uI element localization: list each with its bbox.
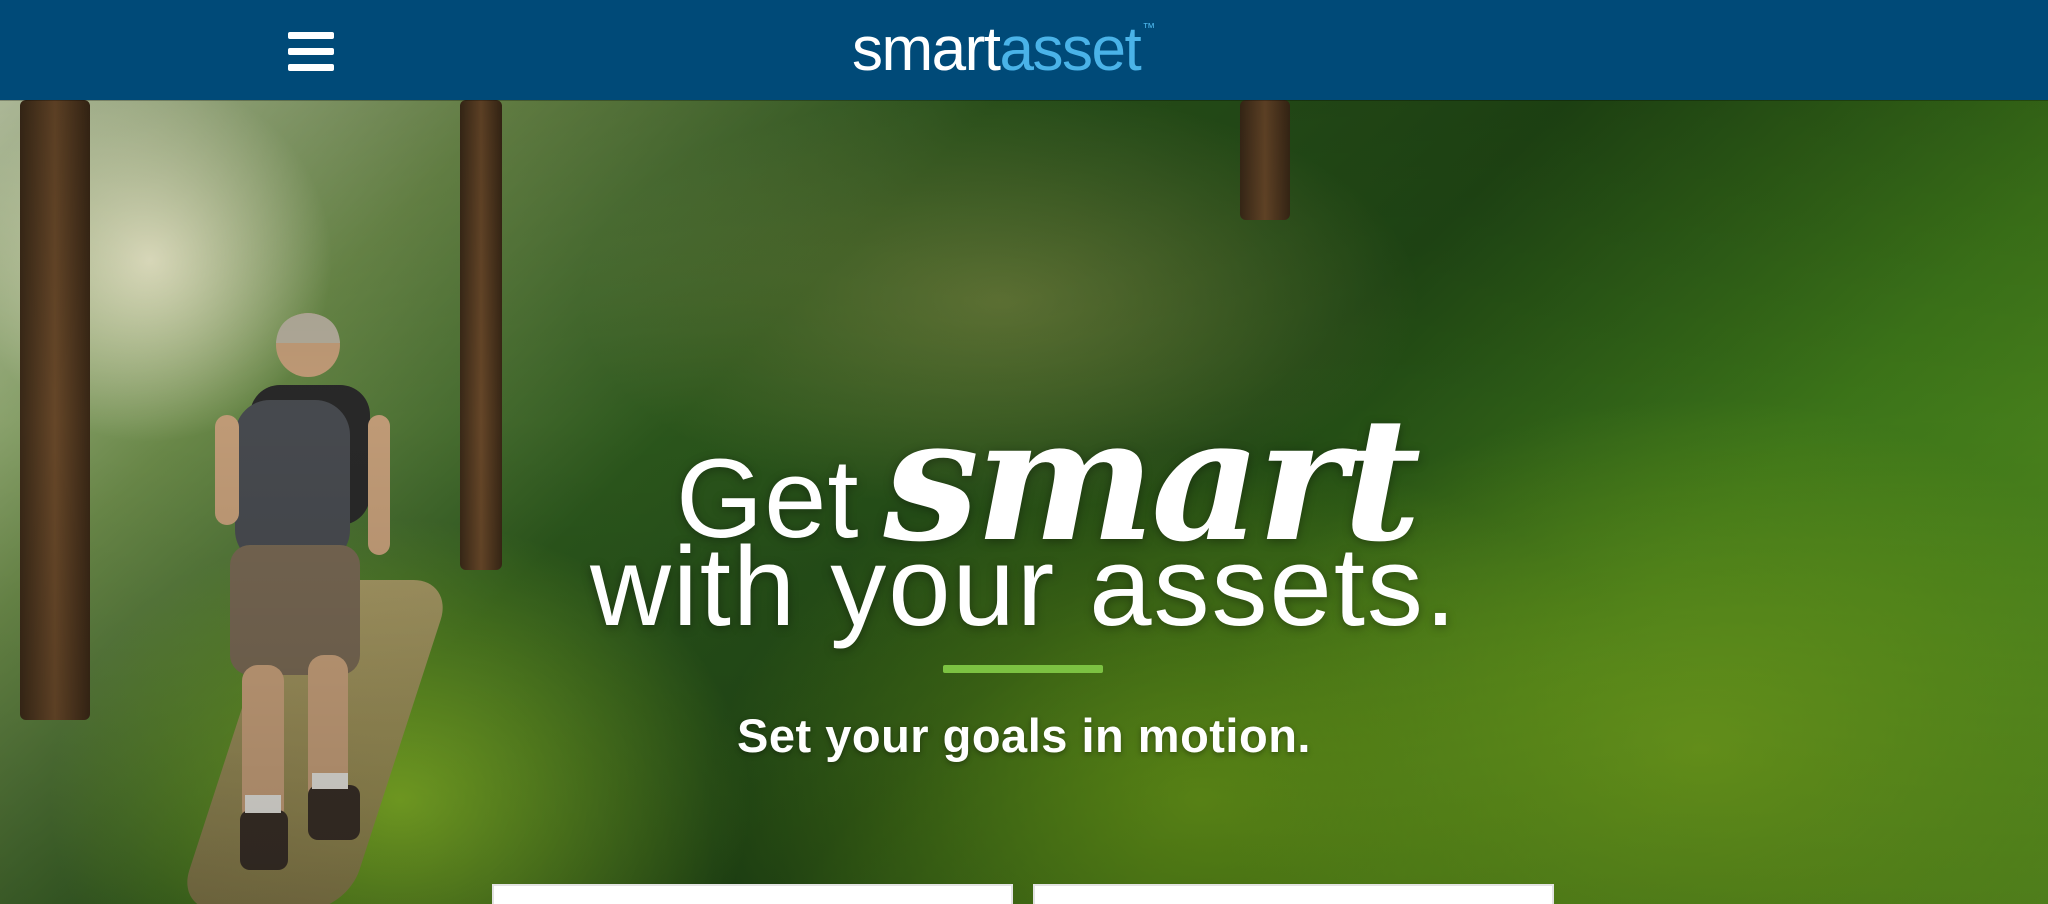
smartasset-logo[interactable]: smartasset ™ bbox=[852, 10, 1156, 90]
menu-bar bbox=[288, 64, 334, 71]
headline-divider bbox=[943, 665, 1103, 673]
logo-trademark: ™ bbox=[1142, 20, 1156, 35]
cta-button-left[interactable] bbox=[492, 884, 1013, 904]
hamburger-menu-icon[interactable] bbox=[288, 32, 334, 72]
logo-text-asset: asset bbox=[999, 15, 1142, 84]
cta-button-right[interactable] bbox=[1033, 884, 1554, 904]
headline-line-2: with your assets. bbox=[589, 524, 1459, 649]
logo-text-smart: smart bbox=[852, 15, 1001, 84]
menu-bar bbox=[288, 48, 334, 55]
menu-bar bbox=[288, 32, 334, 39]
hero-subheadline: Set your goals in motion. bbox=[737, 709, 1311, 762]
top-navbar: smartasset ™ bbox=[0, 0, 2048, 100]
